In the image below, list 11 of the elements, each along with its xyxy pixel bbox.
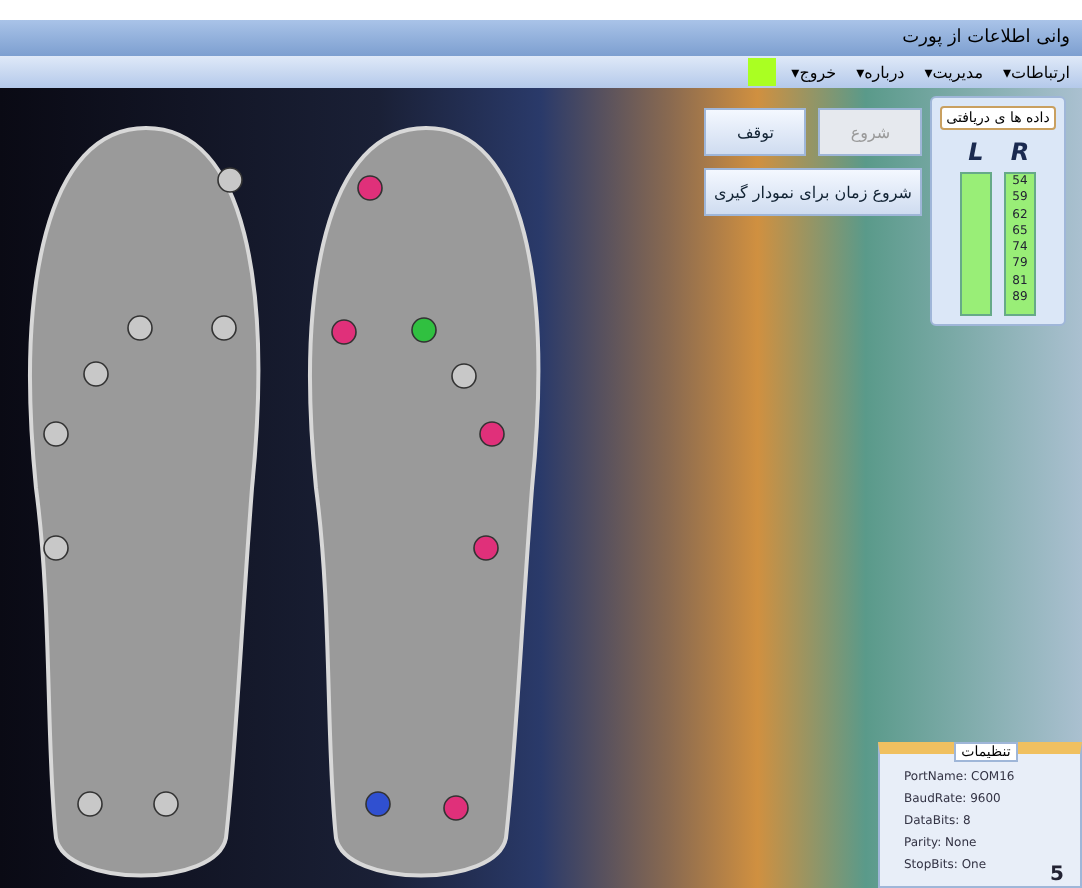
chart-timer-button[interactable]: شروع زمان برای نمودار گیری: [703, 168, 922, 216]
menu-item[interactable]: خروج▾: [787, 63, 841, 81]
stop-button[interactable]: توقف: [703, 108, 807, 156]
column-heading: L: [968, 138, 984, 166]
column-heading: R: [1010, 138, 1030, 166]
menu-item[interactable]: مدیریت▾: [920, 63, 987, 81]
corner-number: 5: [1050, 864, 1064, 886]
menu-item[interactable]: درباره▾: [852, 63, 909, 81]
left-values-list: [960, 172, 992, 316]
window-title: وانی اطلاعات از پورت: [902, 28, 1070, 48]
menu-item[interactable]: ارتباطات▾: [998, 63, 1074, 81]
